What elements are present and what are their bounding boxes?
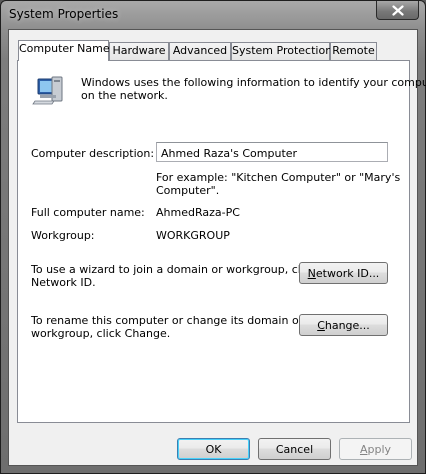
window-title: System Properties [9, 7, 119, 21]
workgroup-value: WORKGROUP [156, 229, 230, 242]
example-text-line2: Computer". [156, 184, 220, 197]
tab-advanced[interactable]: Advanced [169, 42, 231, 60]
tab-remote[interactable]: Remote [330, 42, 377, 60]
tab-system-protection[interactable]: System Protection [231, 42, 333, 60]
button-mnemonic: N [307, 266, 316, 280]
full-computer-name-label: Full computer name: [31, 206, 145, 219]
tab-hardware[interactable]: Hardware [109, 42, 169, 60]
computer-description-label: Computer description: [31, 147, 155, 160]
cancel-button[interactable]: Cancel [258, 438, 331, 460]
ok-button[interactable]: OK [177, 438, 250, 460]
wizard-text-line2: Network ID. [31, 276, 96, 289]
tab-label: Hardware [112, 44, 166, 57]
example-text-line1: For example: "Kitchen Computer" or "Mary… [156, 171, 401, 184]
intro-text-line1: Windows uses the following information t… [81, 76, 426, 89]
rename-text-line1: To rename this computer or change its do… [31, 314, 304, 327]
close-button[interactable] [376, 1, 419, 20]
wizard-text-line1: To use a wizard to join a domain or work… [31, 263, 317, 276]
rename-text-line2: workgroup, click Change. [31, 327, 171, 340]
tab-label: Remote [332, 44, 375, 57]
tab-label: Computer Name [19, 42, 110, 55]
button-mnemonic: C [317, 318, 325, 332]
system-properties-window: System Properties Computer Name Hardware… [0, 0, 426, 474]
computer-name-panel: Windows uses the following information t… [17, 60, 426, 423]
network-id-button[interactable]: Network ID... [299, 262, 388, 284]
tab-label: Advanced [172, 44, 228, 57]
computer-description-input[interactable] [156, 142, 388, 162]
button-mnemonic: A [359, 442, 368, 456]
dialog-client: Computer Name Hardware Advanced System P… [8, 29, 426, 466]
tab-computer-name[interactable]: Computer Name [18, 40, 110, 61]
close-icon [391, 4, 404, 16]
title-bar[interactable]: System Properties [1, 1, 425, 29]
apply-button[interactable]: Apply [339, 438, 412, 460]
button-label-rest: hange... [324, 318, 370, 332]
full-computer-name-value: AhmedRaza-PC [156, 206, 240, 219]
button-label-rest: etwork ID... [315, 266, 380, 280]
button-label-rest: pply [367, 442, 392, 456]
intro-text-line2: on the network. [81, 89, 168, 102]
workgroup-label: Workgroup: [31, 229, 95, 242]
computer-icon [32, 76, 63, 105]
tab-label: System Protection [232, 44, 333, 57]
change-button[interactable]: Change... [299, 314, 388, 336]
